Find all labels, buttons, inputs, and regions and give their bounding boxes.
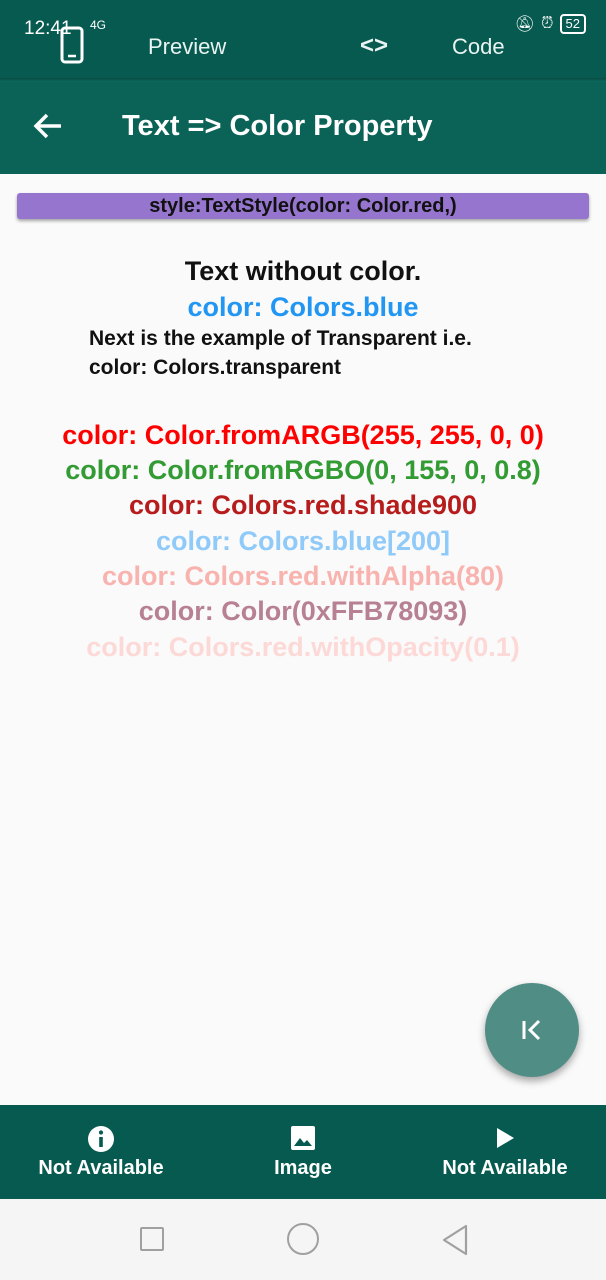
sample-plain: Text without color. (184, 256, 422, 286)
top-bar: 12:41 4G 🔕︎ ⏰︎ 52 Preview <> Code (0, 0, 606, 80)
nav-label-image: Image (274, 1157, 332, 1179)
info-icon (0, 1125, 202, 1153)
bottom-nav: Not Available Image Not Available (0, 1105, 606, 1199)
tab-device-preview-icon[interactable] (60, 26, 84, 70)
sample-color-hex: color: Color(0xFFB78093) (138, 596, 468, 626)
sample-transparent-note: Next is the example of Transparent i.e. … (89, 324, 549, 382)
fab-first-page-button[interactable] (485, 983, 579, 1077)
page-title: Text => Color Property (122, 110, 433, 142)
sample-transparent-line1: Next is the example of Transparent i.e. (89, 327, 472, 350)
code-icon[interactable]: <> (360, 32, 388, 60)
sample-with-alpha: color: Colors.red.withAlpha(80) (101, 561, 505, 591)
alarm-icon: ⏰︎ (541, 15, 554, 32)
sample-with-opacity: color: Colors.red.withOpacity(0.1) (86, 632, 520, 662)
sample-blue: color: Colors.blue (187, 292, 419, 322)
play-icon (404, 1125, 606, 1151)
system-back-icon[interactable] (440, 1223, 470, 1262)
app-bar: Text => Color Property (0, 82, 606, 174)
sample-shade900: color: Colors.red.shade900 (128, 490, 478, 520)
back-button[interactable] (32, 110, 64, 147)
sample-rgbo: color: Color.fromRGBO(0, 155, 0, 0.8) (65, 455, 541, 485)
recents-icon[interactable] (140, 1227, 164, 1251)
sample-argb: color: Color.fromARGB(255, 255, 0, 0) (62, 420, 544, 450)
first-page-icon (522, 1019, 541, 1041)
nav-item-info[interactable]: Not Available (0, 1105, 202, 1199)
sample-blue200: color: Colors.blue[200] (155, 526, 451, 556)
home-icon[interactable] (287, 1223, 319, 1255)
image-icon (202, 1125, 404, 1151)
tab-code[interactable]: Code (452, 34, 505, 60)
system-nav-bar (0, 1199, 606, 1280)
phone-icon (60, 26, 84, 64)
nav-item-play[interactable]: Not Available (404, 1105, 606, 1199)
sample-transparent-line2: color: Colors.transparent (89, 356, 342, 379)
nav-item-image[interactable]: Image (202, 1105, 404, 1199)
back-arrow-icon (33, 113, 61, 139)
battery-icon: 52 (559, 14, 586, 34)
mute-icon: 🔕︎ (514, 16, 536, 33)
status-icons: 🔕︎ ⏰︎ 52 (515, 14, 586, 34)
nav-label-info: Not Available (38, 1157, 164, 1179)
tab-preview[interactable]: Preview (148, 34, 226, 60)
nav-label-play: Not Available (442, 1157, 568, 1179)
status-network: 4G (90, 18, 107, 32)
code-banner: style:TextStyle(color: Color.red,) (17, 193, 589, 219)
